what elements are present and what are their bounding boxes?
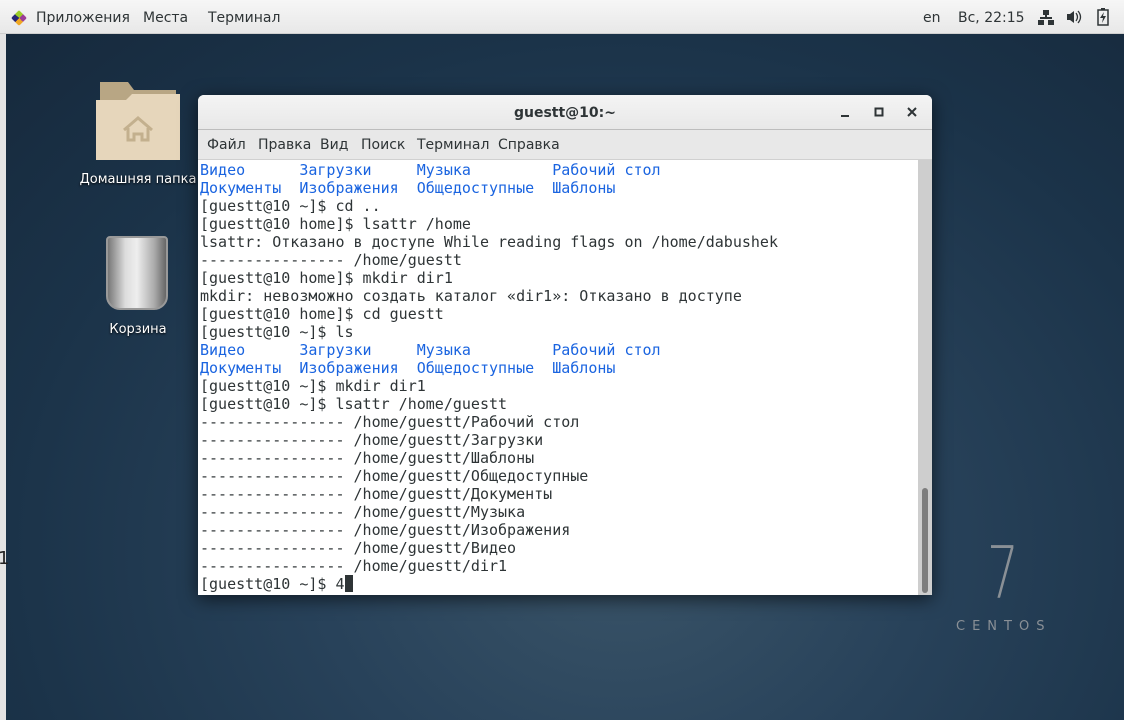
terminal-line: ---------------- /home/guestt/Музыка [200,503,526,521]
home-folder-label: Домашняя папка [79,172,197,187]
maximize-button[interactable] [872,104,888,120]
terminal-line: Видео Загрузки Музыка Рабочий стол [200,161,661,179]
terminal-line: lsattr: Отказано в доступе While reading… [200,233,778,251]
trash-label: Корзина [109,322,167,337]
clock[interactable]: Вс, 22:15 [958,10,1025,26]
terminal-line: [guestt@10 ~]$ lsattr /home/guestt [200,395,508,413]
terminal-line: Видео Загрузки Музыка Рабочий стол [200,341,661,359]
network-icon[interactable] [1038,8,1054,30]
menu-edit[interactable]: Правка [258,137,311,153]
terminal-line: Документы Изображения Общедоступные Шабл… [200,359,616,377]
cursor [344,575,353,592]
terminal-line: [guestt@10 ~]$ cd .. [200,197,381,215]
centos-version-logo: 7 [986,531,1019,615]
close-button[interactable] [905,104,921,120]
terminal-line: [guestt@10 ~]$ mkdir dir1 [200,377,426,395]
scrollbar-thumb[interactable] [922,488,928,593]
terminal-line: [guestt@10 home]$ lsattr /home [200,215,471,233]
applications-logo-icon [11,10,27,26]
terminal-line: ---------------- /home/guestt/dir1 [200,557,508,575]
background-window-edge: 1 [0,34,10,720]
window-title: guestt@10:~ [513,105,616,121]
centos-wordmark: CENTOS [956,619,1052,634]
menu-file[interactable]: Файл [207,137,246,153]
home-folder-icon [96,82,180,160]
terminal-line: ---------------- /home/guestt/Изображени… [200,521,571,539]
menu-help[interactable]: Справка [498,137,560,153]
terminal-window: guestt@10:~ Файл Правка Вид Поиск Термин… [198,95,932,595]
terminal-line: ---------------- /home/guestt/Шаблоны [200,449,535,467]
terminal-line: ---------------- /home/guestt/Документы [200,485,553,503]
volume-icon[interactable] [1066,10,1082,28]
edge-text: 1 [0,548,10,569]
terminal-line: ---------------- /home/guestt/Загрузки [200,431,544,449]
top-panel: Приложения Места Терминал en Вс, 22:15 [0,0,1124,34]
terminal-line: ---------------- /home/guestt/Рабочий ст… [200,413,580,431]
menu-terminal[interactable]: Терминал [417,137,489,153]
menu-search[interactable]: Поиск [361,137,405,153]
terminal-line: [guestt@10 home]$ cd guestt [200,305,444,323]
terminal-output[interactable]: Видео Загрузки Музыка Рабочий стол Докуме… [198,160,918,595]
terminal-line: [guestt@10 ~]$ ls [200,323,354,341]
terminal-line: ---------------- /home/guestt/Видео [200,539,517,557]
prompt: [guestt@10 ~]$ [200,575,336,593]
terminal-app-menu[interactable]: Терминал [208,10,280,26]
places-menu[interactable]: Места [143,10,188,26]
scrollbar[interactable] [918,160,932,595]
terminal-line: ---------------- /home/guestt [200,251,462,269]
applications-menu[interactable]: Приложения [36,10,130,26]
prompt-line[interactable]: [guestt@10 ~]$ 4 [200,575,918,593]
terminal-line: ---------------- /home/guestt/Общедоступ… [200,467,589,485]
terminal-line: mkdir: невозможно создать каталог «dir1»… [200,287,742,305]
menu-bar: Файл Правка Вид Поиск Терминал Справка [198,130,932,160]
terminal-line: [guestt@10 home]$ mkdir dir1 [200,269,453,287]
command-input[interactable]: 4 [335,575,344,593]
keyboard-layout[interactable]: en [923,10,941,26]
terminal-line: Документы Изображения Общедоступные Шабл… [200,179,616,197]
menu-view[interactable]: Вид [320,137,348,153]
battery-icon[interactable] [1097,8,1109,30]
trash-icon [106,236,168,310]
minimize-button[interactable] [838,104,854,120]
window-titlebar[interactable]: guestt@10:~ [198,95,932,130]
